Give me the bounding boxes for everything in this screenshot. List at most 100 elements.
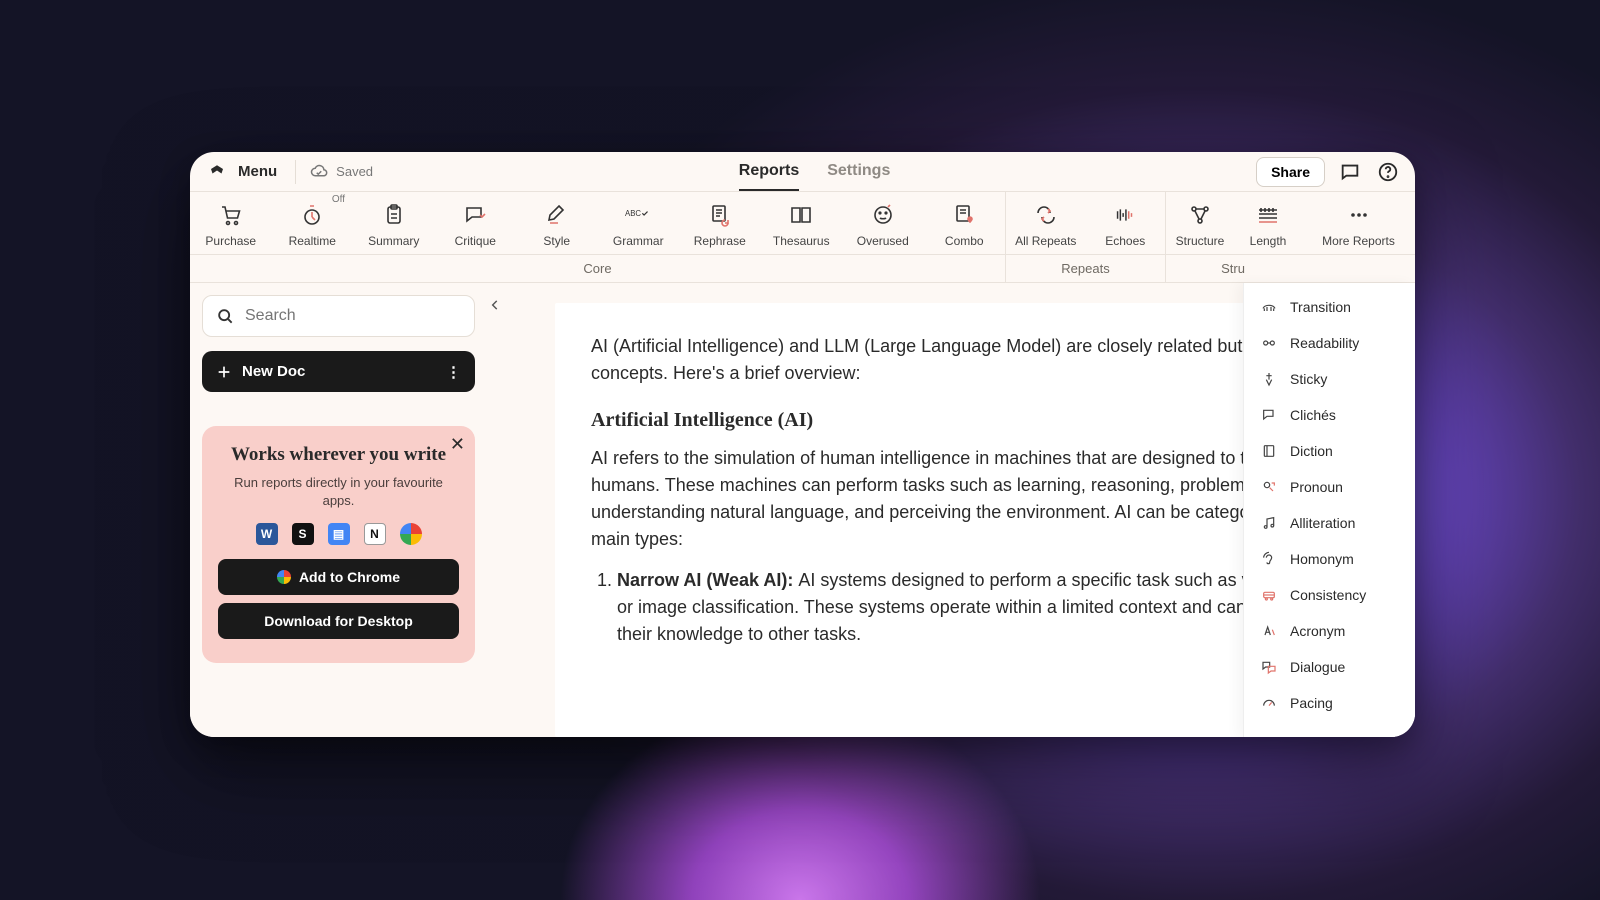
tool-label: Style: [543, 234, 570, 248]
topbar-actions: Share: [1256, 157, 1401, 187]
dd-label: Pacing: [1290, 695, 1333, 711]
download-desktop-button[interactable]: Download for Desktop: [218, 603, 459, 639]
more-dots-icon: [1346, 202, 1372, 228]
book-icon: [788, 202, 814, 228]
chrome-icon: [400, 523, 422, 545]
notion-icon: N: [364, 523, 386, 545]
sidebar-collapse-handle[interactable]: [485, 295, 505, 315]
download-desktop-label: Download for Desktop: [264, 613, 413, 629]
tool-structure[interactable]: Structure: [1166, 192, 1234, 254]
tool-label: Combo: [945, 234, 984, 248]
dd-item-dialogue[interactable]: Dialogue: [1244, 649, 1415, 685]
tool-length[interactable]: Length: [1234, 192, 1302, 254]
tool-grammar[interactable]: ABC Grammar: [598, 192, 680, 254]
dd-item-consistency[interactable]: Consistency: [1244, 577, 1415, 613]
add-to-chrome-button[interactable]: Add to Chrome: [218, 559, 459, 595]
length-icon: [1255, 202, 1281, 228]
dd-item-pronoun[interactable]: Pronoun: [1244, 469, 1415, 505]
smile-icon: [870, 202, 896, 228]
tool-rephrase[interactable]: Rephrase: [679, 192, 761, 254]
tool-label: Length: [1250, 234, 1287, 248]
train-icon: [1260, 586, 1278, 604]
pin-icon: [1260, 370, 1278, 388]
plus-icon: [216, 364, 232, 380]
gauge-icon: [1260, 694, 1278, 712]
main-tabs: Reports Settings: [373, 152, 1256, 191]
search-box[interactable]: [202, 295, 475, 337]
close-icon[interactable]: ✕: [450, 434, 465, 455]
newdoc-kebab-icon[interactable]: ⋮: [446, 363, 463, 381]
tab-reports[interactable]: Reports: [739, 152, 799, 191]
tool-all-repeats[interactable]: All Repeats: [1006, 192, 1086, 254]
dd-item-homonym[interactable]: Homonym: [1244, 541, 1415, 577]
dd-label: Readability: [1290, 335, 1359, 351]
tool-label: Overused: [857, 234, 909, 248]
abc-check-icon: ABC: [625, 202, 651, 228]
clipboard-icon: [381, 202, 407, 228]
dd-label: Dialogue: [1290, 659, 1345, 675]
tool-critique[interactable]: Critique: [435, 192, 517, 254]
dd-item-pacing[interactable]: Pacing: [1244, 685, 1415, 721]
tool-more-reports[interactable]: More Reports: [1302, 192, 1415, 254]
share-button[interactable]: Share: [1256, 157, 1325, 187]
li-bold: Narrow AI (Weak AI):: [617, 570, 798, 590]
tool-label: More Reports: [1322, 234, 1395, 248]
dd-item-diction[interactable]: Diction: [1244, 433, 1415, 469]
group-label-core: Core: [190, 255, 1005, 282]
dd-item-cliches[interactable]: Clichés: [1244, 397, 1415, 433]
tool-thesaurus[interactable]: Thesaurus: [761, 192, 843, 254]
speech-like-icon: [462, 202, 488, 228]
music-icon: [1260, 514, 1278, 532]
saved-status: Saved: [310, 163, 373, 181]
tool-purchase[interactable]: Purchase: [190, 192, 272, 254]
toolbar: Purchase Off Realtime Summary Critique S…: [190, 192, 1415, 255]
dd-item-alliteration[interactable]: Alliteration: [1244, 505, 1415, 541]
tool-realtime[interactable]: Off Realtime: [272, 192, 354, 254]
toolbar-group-labels: Core Repeats Stru: [190, 255, 1415, 283]
acronym-icon: [1260, 622, 1278, 640]
new-doc-button[interactable]: New Doc ⋮: [202, 351, 475, 392]
menu-button[interactable]: Menu: [204, 159, 277, 185]
dd-label: Homonym: [1290, 551, 1354, 567]
body: New Doc ⋮ ✕ Works wherever you write Run…: [190, 283, 1415, 737]
tool-echoes[interactable]: Echoes: [1086, 192, 1166, 254]
search-input[interactable]: [245, 307, 462, 325]
more-reports-dropdown: Transition Readability Sticky Clichés Di…: [1243, 283, 1415, 737]
tool-summary[interactable]: Summary: [353, 192, 435, 254]
document-heart-icon: [951, 202, 977, 228]
sidebar: New Doc ⋮ ✕ Works wherever you write Run…: [190, 283, 487, 737]
dd-label: Sticky: [1290, 371, 1327, 387]
pronoun-icon: [1260, 478, 1278, 496]
tool-style[interactable]: Style: [516, 192, 598, 254]
tool-combo[interactable]: Combo: [924, 192, 1006, 254]
glasses-icon: [1260, 334, 1278, 352]
stopwatch-icon: [299, 202, 325, 228]
book-small-icon: [1260, 442, 1278, 460]
document-refresh-icon: [707, 202, 733, 228]
cart-icon: [218, 202, 244, 228]
structure-icon: [1187, 202, 1213, 228]
editor-pane: AI (Artificial Intelligence) and LLM (La…: [487, 283, 1415, 737]
menu-label: Menu: [238, 163, 277, 180]
tab-settings[interactable]: Settings: [827, 152, 890, 191]
repeat-icon: [1033, 202, 1059, 228]
dd-label: Clichés: [1290, 407, 1336, 423]
dd-item-readability[interactable]: Readability: [1244, 325, 1415, 361]
dd-label: Pronoun: [1290, 479, 1343, 495]
dd-label: Consistency: [1290, 587, 1366, 603]
tool-label: Thesaurus: [773, 234, 830, 248]
search-icon: [215, 306, 235, 326]
dd-item-acronym[interactable]: Acronym: [1244, 613, 1415, 649]
tool-label: Structure: [1176, 234, 1225, 248]
dd-item-sticky[interactable]: Sticky: [1244, 361, 1415, 397]
chat-icon[interactable]: [1337, 159, 1363, 185]
dd-item-transition[interactable]: Transition: [1244, 289, 1415, 325]
promo-title: Works wherever you write: [218, 444, 459, 466]
promo-app-icons: W S ▤ N: [218, 523, 459, 545]
help-icon[interactable]: [1375, 159, 1401, 185]
group-label-repeats: Repeats: [1005, 255, 1165, 282]
tool-overused[interactable]: Overused: [842, 192, 924, 254]
dd-label: Acronym: [1290, 623, 1345, 639]
divider: [295, 160, 296, 184]
new-doc-label: New Doc: [242, 363, 305, 380]
